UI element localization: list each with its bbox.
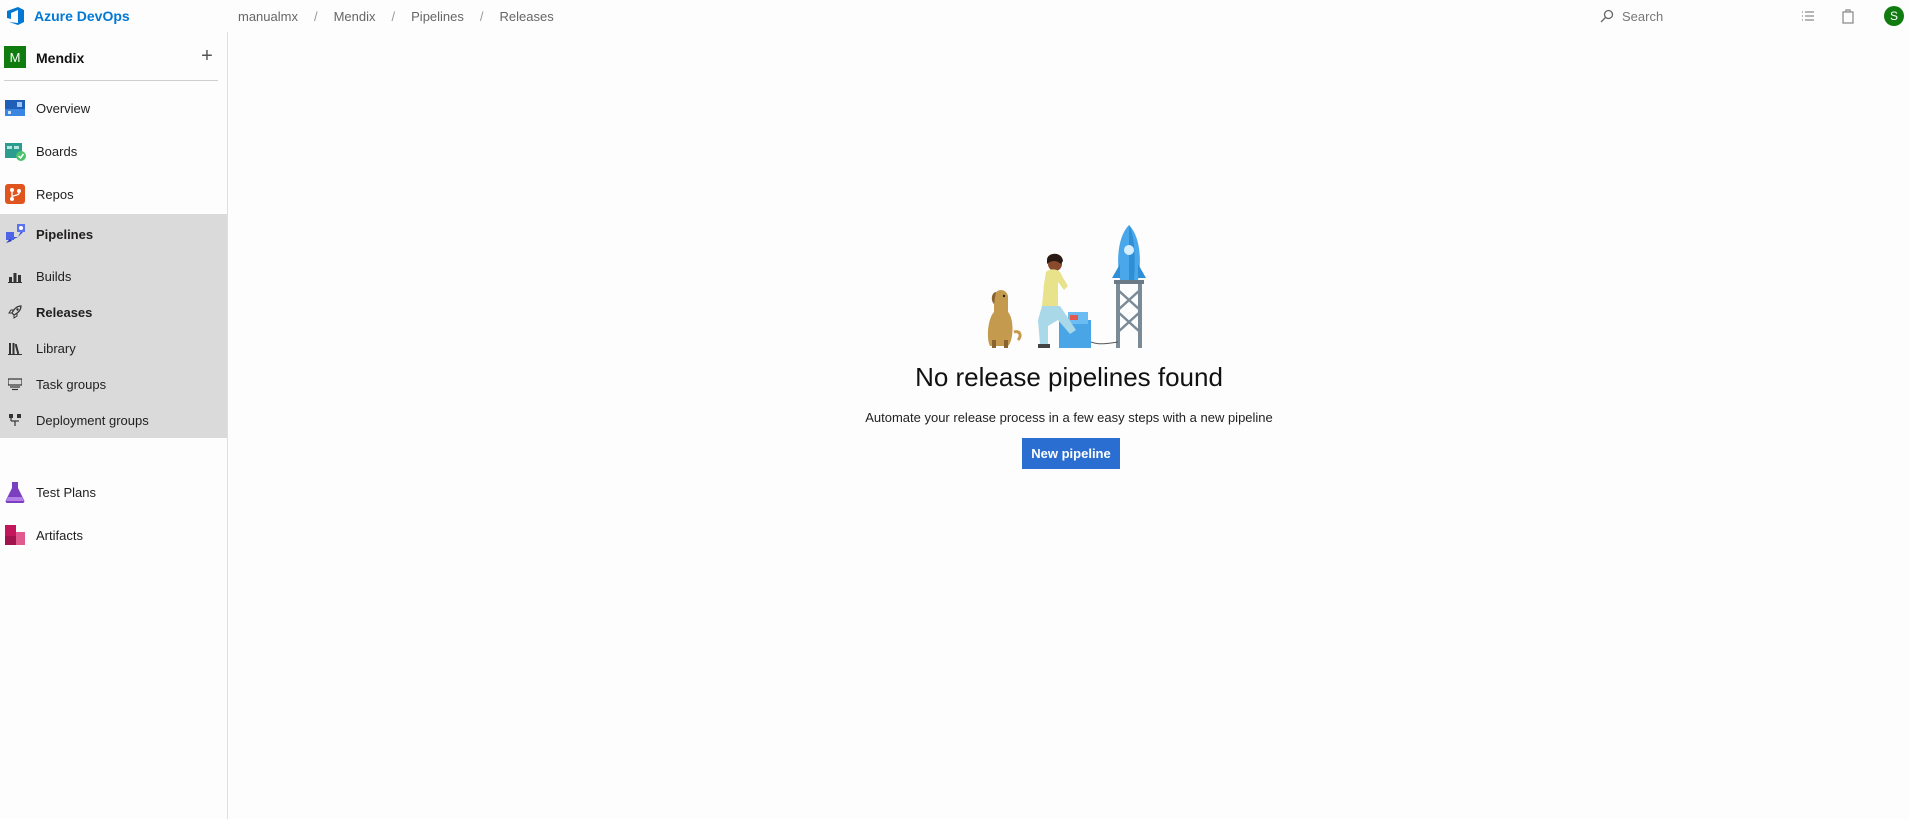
rocket-icon — [8, 305, 22, 319]
empty-state-subtitle: Automate your release process in a few e… — [865, 410, 1273, 425]
sidebar-item-pipelines[interactable]: Pipelines — [0, 214, 228, 254]
sidebar-subitem-label: Releases — [36, 304, 93, 320]
brand-name: Azure DevOps — [34, 8, 130, 24]
sidebar-item-label: Artifacts — [36, 527, 83, 543]
overview-icon — [5, 100, 25, 116]
breadcrumb-separator: / — [479, 9, 484, 24]
sidebar-item-label: Boards — [36, 143, 78, 159]
project-name: Mendix — [36, 50, 85, 66]
top-bar: Azure DevOps manualmx / Mendix / Pipelin… — [0, 0, 1909, 32]
breadcrumb-separator: / — [391, 9, 396, 24]
sidebar-subitem-label: Library — [36, 340, 76, 356]
divider — [4, 80, 218, 81]
sidebar-item-repos[interactable]: Repos — [0, 176, 228, 212]
task-groups-icon — [8, 378, 22, 391]
release-illustration — [987, 225, 1146, 348]
breadcrumb-releases[interactable]: Releases — [500, 9, 554, 24]
breadcrumb-organization[interactable]: manualmx — [238, 9, 298, 24]
new-pipeline-button[interactable]: New pipeline — [1022, 438, 1120, 469]
sidebar-item-artifacts[interactable]: Artifacts — [0, 517, 228, 553]
breadcrumb-separator: / — [313, 9, 318, 24]
sidebar-subitem-releases[interactable]: Releases — [0, 294, 227, 330]
sidebar-item-label: Repos — [36, 186, 74, 202]
project-avatar: M — [4, 46, 26, 68]
sidebar-item-label: Overview — [36, 100, 91, 116]
sidebar-item-label: Pipelines — [36, 226, 94, 242]
repos-icon — [5, 184, 25, 204]
sidebar-subitem-builds[interactable]: Builds — [0, 258, 227, 294]
sidebar-subitem-label: Deployment groups — [36, 412, 149, 428]
sidebar-item-test-plans[interactable]: Test Plans — [0, 474, 228, 510]
breadcrumb-project[interactable]: Mendix — [334, 9, 376, 24]
user-avatar[interactable]: S — [1884, 6, 1904, 26]
search-icon — [1600, 9, 1614, 23]
search-box[interactable] — [1600, 6, 1780, 26]
add-icon[interactable]: + — [196, 46, 218, 68]
sidebar: M Mendix + Overview Boards Repos Pipelin… — [0, 32, 228, 819]
test-plans-icon — [5, 482, 25, 503]
breadcrumb-pipelines[interactable]: Pipelines — [411, 9, 464, 24]
azure-devops-home-link[interactable]: Azure DevOps — [6, 7, 130, 25]
sidebar-subitem-task-groups[interactable]: Task groups — [0, 366, 227, 402]
sidebar-item-boards[interactable]: Boards — [0, 133, 228, 169]
sidebar-subitem-label: Task groups — [36, 376, 107, 392]
marketplace-bag-icon[interactable] — [1840, 8, 1856, 24]
artifacts-icon — [5, 525, 25, 545]
sidebar-subitem-deployment-groups[interactable]: Deployment groups — [0, 402, 227, 438]
project-header[interactable]: M Mendix + — [0, 40, 228, 74]
breadcrumb: manualmx / Mendix / Pipelines / Releases — [238, 9, 554, 24]
sidebar-subitem-library[interactable]: Library — [0, 330, 227, 366]
boards-icon — [5, 143, 26, 161]
sidebar-item-label: Test Plans — [36, 484, 96, 500]
library-icon — [8, 343, 22, 355]
sidebar-subitem-label: Builds — [36, 268, 72, 284]
search-input[interactable] — [1622, 8, 1762, 24]
task-list-icon[interactable] — [1800, 8, 1816, 24]
azure-devops-logo-icon — [7, 7, 24, 25]
empty-state-title: No release pipelines found — [915, 362, 1223, 392]
builds-icon — [8, 273, 22, 283]
sidebar-item-overview[interactable]: Overview — [0, 90, 228, 126]
deployment-groups-icon — [9, 414, 21, 426]
pipelines-icon — [6, 224, 25, 243]
